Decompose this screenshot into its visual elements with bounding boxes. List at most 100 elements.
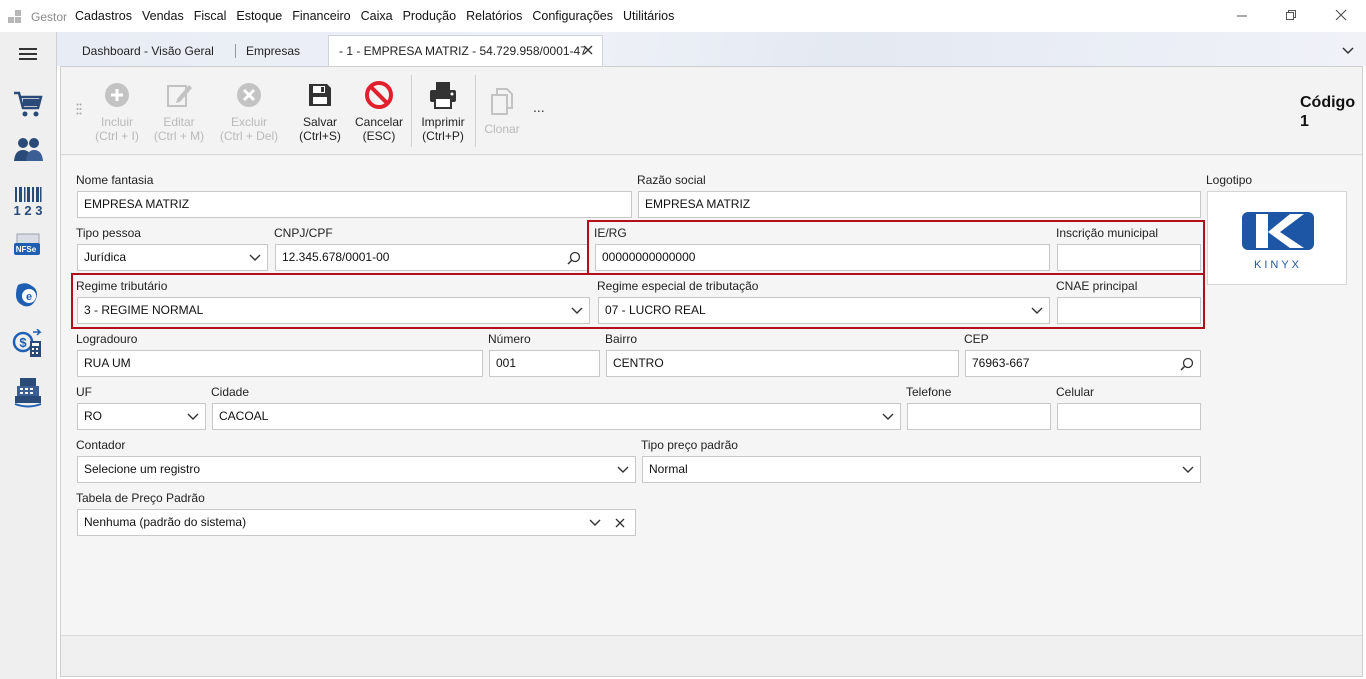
clonar-button[interactable]: Clonar bbox=[480, 86, 524, 136]
svg-text:1 2 3: 1 2 3 bbox=[14, 203, 43, 216]
tab-empresas[interactable]: Empresas bbox=[246, 40, 300, 62]
incluir-button[interactable]: Incluir (Ctrl + I) bbox=[94, 79, 140, 143]
tipo-pessoa-select[interactable]: Jurídica bbox=[77, 244, 268, 271]
logotipo-image[interactable]: KINYX bbox=[1207, 191, 1347, 285]
tipo-pessoa-label: Tipo pessoa bbox=[76, 226, 141, 240]
tab-dashboard[interactable]: Dashboard - Visão Geral bbox=[82, 40, 214, 62]
menu-configuracoes[interactable]: Configurações bbox=[532, 9, 613, 23]
chevron-down-icon bbox=[617, 457, 629, 482]
numero-label: Número bbox=[488, 332, 531, 346]
highlight-box-regime bbox=[71, 273, 1205, 329]
chevron-down-icon bbox=[589, 510, 601, 535]
chevron-down-icon[interactable] bbox=[1342, 44, 1354, 58]
svg-text:$: $ bbox=[19, 335, 27, 350]
logradouro-input[interactable]: RUA UM bbox=[77, 350, 483, 377]
cep-input[interactable]: 76963-667 bbox=[965, 350, 1201, 377]
svg-text:KINYX: KINYX bbox=[1254, 259, 1302, 271]
bairro-input[interactable]: CENTRO bbox=[606, 350, 959, 377]
barcode-icon[interactable]: 1 2 3 bbox=[8, 183, 48, 219]
app-name: Gestor bbox=[31, 10, 68, 24]
more-options-button[interactable]: ... bbox=[533, 99, 545, 115]
close-window-icon[interactable] bbox=[1333, 8, 1349, 24]
cidade-label: Cidade bbox=[211, 385, 250, 399]
main-panel: Incluir (Ctrl + I) Editar (Ctrl + M) Exc… bbox=[60, 66, 1363, 677]
chevron-down-icon bbox=[187, 404, 199, 429]
printer-icon bbox=[416, 79, 470, 111]
tab-empresa-matriz[interactable]: - 1 - EMPRESA MATRIZ - 54.729.958/0001-4… bbox=[328, 35, 603, 67]
people-icon[interactable] bbox=[8, 132, 48, 168]
menu-producao[interactable]: Produção bbox=[403, 9, 457, 23]
nome-fantasia-input[interactable]: EMPRESA MATRIZ bbox=[77, 191, 632, 218]
menu-vendas[interactable]: Vendas bbox=[142, 9, 184, 23]
uf-label: UF bbox=[76, 385, 92, 399]
nfse-icon[interactable]: NFSe bbox=[8, 230, 48, 266]
menu-estoque[interactable]: Estoque bbox=[236, 9, 282, 23]
logradouro-label: Logradouro bbox=[76, 332, 138, 346]
menu-fiscal[interactable]: Fiscal bbox=[194, 9, 227, 23]
menu-bar: Cadastros Vendas Fiscal Estoque Financei… bbox=[75, 9, 684, 23]
search-icon[interactable] bbox=[1180, 351, 1194, 376]
menu-relatorios[interactable]: Relatórios bbox=[466, 9, 522, 23]
toolbar-separator bbox=[475, 75, 476, 147]
codigo-value: 1 bbox=[1300, 113, 1309, 130]
tab-strip: Dashboard - Visão Geral Empresas - 1 - E… bbox=[57, 32, 1366, 67]
numero-input[interactable]: 001 bbox=[489, 350, 600, 377]
cidade-select[interactable]: CACOAL bbox=[212, 403, 901, 430]
title-bar: Gestor Cadastros Vendas Fiscal Estoque F… bbox=[0, 0, 1366, 32]
toolbar: Incluir (Ctrl + I) Editar (Ctrl + M) Exc… bbox=[61, 67, 1362, 155]
cnpj-label: CNPJ/CPF bbox=[274, 226, 333, 240]
menu-financeiro[interactable]: Financeiro bbox=[292, 9, 350, 23]
menu-icon[interactable] bbox=[8, 36, 48, 72]
cart-icon[interactable] bbox=[8, 86, 48, 122]
chevron-down-icon bbox=[1182, 457, 1194, 482]
editar-button[interactable]: Editar (Ctrl + M) bbox=[153, 79, 205, 143]
menu-caixa[interactable]: Caixa bbox=[361, 9, 393, 23]
cash-register-icon[interactable] bbox=[8, 374, 48, 410]
menu-utilitarios[interactable]: Utilitários bbox=[623, 9, 674, 23]
menu-cadastros[interactable]: Cadastros bbox=[75, 9, 132, 23]
salvar-button[interactable]: Salvar (Ctrl+S) bbox=[295, 79, 345, 143]
sidebar: 1 2 3 NFSe e $ bbox=[0, 32, 57, 679]
codigo-display: Código 1 bbox=[1300, 93, 1360, 131]
telefone-label: Telefone bbox=[906, 385, 952, 399]
search-icon[interactable] bbox=[567, 245, 581, 270]
grip-icon bbox=[76, 103, 82, 115]
highlight-box-ie bbox=[587, 220, 1205, 275]
app-logo-icon bbox=[8, 10, 24, 24]
excluir-button[interactable]: Excluir (Ctrl + Del) bbox=[218, 79, 280, 143]
clear-icon[interactable] bbox=[615, 510, 625, 535]
contador-label: Contador bbox=[76, 438, 126, 452]
save-icon bbox=[295, 79, 345, 111]
chevron-down-icon bbox=[882, 404, 894, 429]
bairro-label: Bairro bbox=[605, 332, 638, 346]
delete-circle-icon bbox=[218, 79, 280, 111]
imprimir-button[interactable]: Imprimir (Ctrl+P) bbox=[416, 79, 470, 143]
razao-social-input[interactable]: EMPRESA MATRIZ bbox=[638, 191, 1201, 218]
company-form: Nome fantasia EMPRESA MATRIZ Razão socia… bbox=[61, 156, 1362, 636]
cep-label: CEP bbox=[964, 332, 989, 346]
plus-circle-icon bbox=[94, 79, 140, 111]
tipo-preco-select[interactable]: Normal bbox=[642, 456, 1201, 483]
cnpj-input[interactable]: 12.345.678/0001-00 bbox=[275, 244, 588, 271]
cancelar-button[interactable]: Cancelar (ESC) bbox=[351, 79, 407, 143]
finance-icon[interactable]: $ bbox=[8, 326, 48, 362]
celular-label: Celular bbox=[1056, 385, 1095, 399]
contador-select[interactable]: Selecione um registro bbox=[77, 456, 636, 483]
close-tab-icon[interactable] bbox=[583, 36, 593, 66]
edit-icon bbox=[153, 79, 205, 111]
status-bar bbox=[61, 640, 1362, 676]
restore-icon[interactable] bbox=[1283, 8, 1299, 24]
tab-separator bbox=[235, 44, 236, 58]
codigo-label: Código bbox=[1300, 94, 1356, 111]
toolbar-separator bbox=[411, 75, 412, 147]
tabela-preco-select[interactable]: Nenhuma (padrão do sistema) bbox=[77, 509, 636, 536]
minimize-icon[interactable] bbox=[1234, 8, 1250, 24]
razao-social-label: Razão social bbox=[637, 173, 706, 187]
tabela-preco-label: Tabela de Preço Padrão bbox=[76, 491, 205, 505]
celular-input[interactable] bbox=[1057, 403, 1201, 430]
uf-select[interactable]: RO bbox=[77, 403, 206, 430]
nfe-icon[interactable]: e bbox=[8, 278, 48, 314]
telefone-input[interactable] bbox=[907, 403, 1051, 430]
copy-icon bbox=[480, 86, 524, 118]
cancel-icon bbox=[351, 79, 407, 111]
